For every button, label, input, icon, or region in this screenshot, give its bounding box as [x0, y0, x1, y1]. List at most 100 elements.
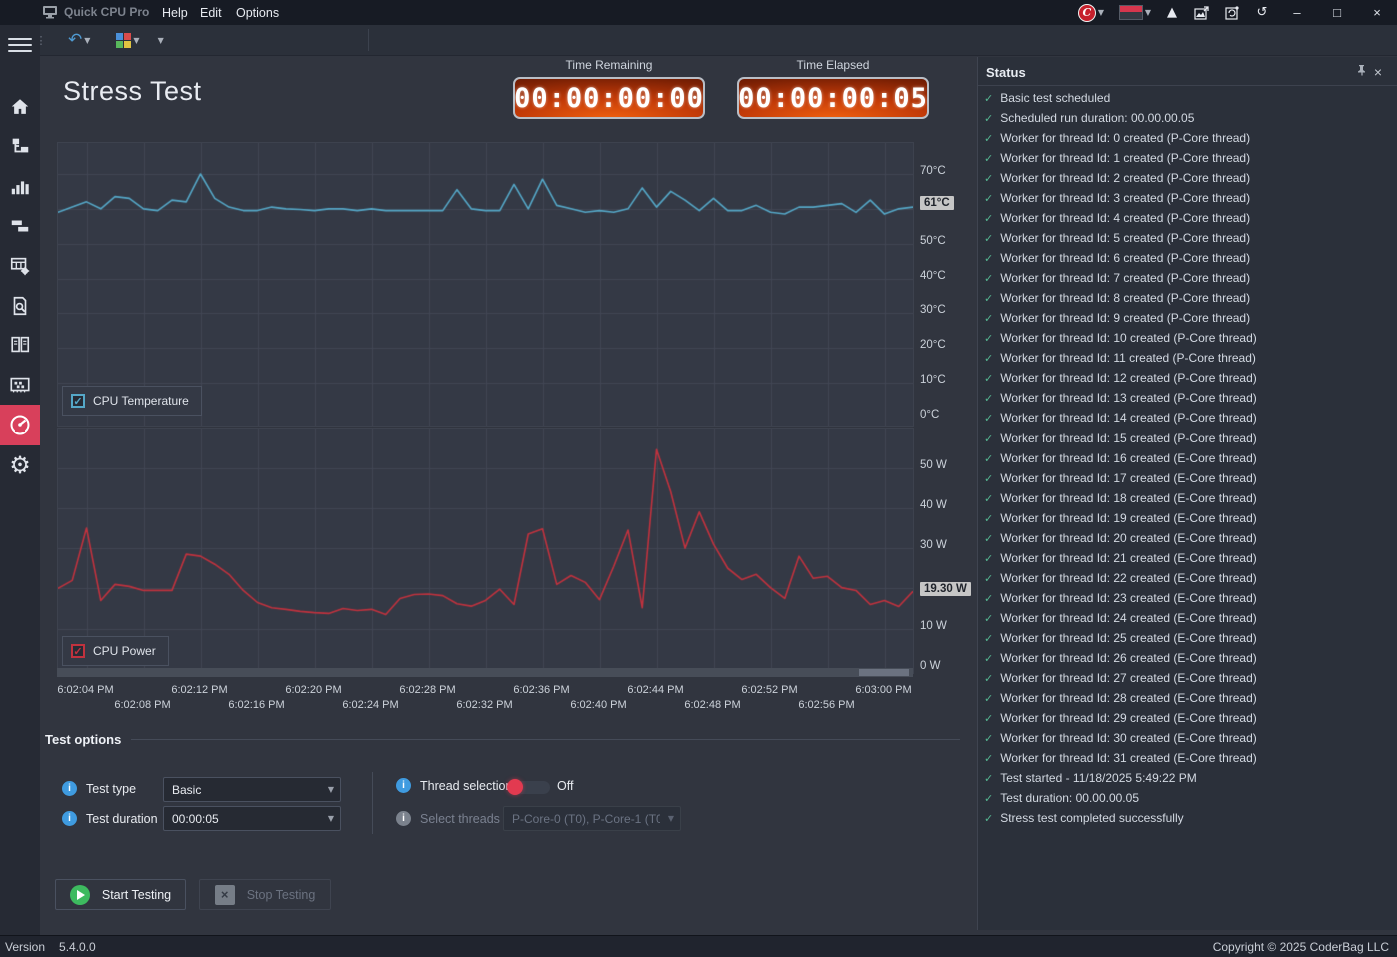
layout-color-button[interactable]: ▼ — [112, 25, 143, 55]
check-icon: ✓ — [984, 532, 993, 545]
status-item-text: Worker for thread Id: 19 created (E-Core… — [1000, 511, 1257, 525]
info-icon: i — [62, 781, 77, 796]
y-axis-label: 70°C — [920, 165, 946, 177]
theme-picker-button[interactable]: ▼ — [1113, 0, 1157, 25]
sidebar-item-stress-test[interactable] — [0, 405, 40, 445]
undo-icon: ↶ — [68, 30, 82, 50]
test-duration-select[interactable]: 00:00:05 ▼ — [163, 806, 341, 831]
check-icon: ✓ — [984, 372, 993, 385]
sidebar-item-table-settings[interactable] — [0, 246, 40, 286]
windows-layout-icon — [9, 215, 31, 237]
status-item-text: Worker for thread Id: 17 created (E-Core… — [1000, 471, 1257, 485]
y-axis-label: 10 W — [920, 620, 947, 632]
check-icon: ✓ — [984, 612, 993, 625]
status-item-text: Worker for thread Id: 28 created (E-Core… — [1000, 691, 1257, 705]
status-item-text: Worker for thread Id: 11 created (P-Core… — [1000, 351, 1256, 365]
close-panel-icon[interactable]: × — [1367, 64, 1389, 80]
status-item-text: Worker for thread Id: 16 created (E-Core… — [1000, 451, 1257, 465]
status-list-item: ✓ Worker for thread Id: 19 created (E-Co… — [984, 508, 1393, 528]
status-list-item: ✓ Worker for thread Id: 6 created (P-Cor… — [984, 248, 1393, 268]
minimize-button[interactable]: – — [1277, 0, 1317, 25]
time-remaining-display: 00:00:00:00 — [513, 77, 705, 119]
check-icon: ✓ — [984, 732, 993, 745]
check-icon: ✓ — [984, 632, 993, 645]
maximize-button[interactable]: □ — [1317, 0, 1357, 25]
sidebar-item-settings[interactable]: ⚙ — [0, 445, 40, 485]
status-item-text: Worker for thread Id: 14 created (P-Core… — [1000, 411, 1257, 425]
cpu-temperature-checkbox[interactable]: ✓ — [71, 394, 85, 408]
status-list-item: ✓ Stress test completed successfully — [984, 808, 1393, 828]
check-icon: ✓ — [984, 452, 993, 465]
status-list-item: ✓ Worker for thread Id: 21 created (E-Co… — [984, 548, 1393, 568]
export-image-button[interactable] — [1187, 0, 1217, 25]
cpu-temperature-legend[interactable]: ✓ CPU Temperature — [62, 386, 202, 416]
test-duration-value: 00:00:05 — [172, 812, 219, 826]
cpu-power-legend[interactable]: ✓ CPU Power — [62, 636, 169, 666]
pages-icon — [9, 334, 31, 356]
sidebar-item-tree-view[interactable] — [0, 126, 40, 166]
close-button[interactable]: × — [1357, 0, 1397, 25]
pin-icon[interactable] — [1355, 63, 1367, 81]
status-list-item: ✓ Worker for thread Id: 28 created (E-Co… — [984, 688, 1393, 708]
x-axis-time-label: 6:02:48 PM — [684, 699, 740, 711]
cpu-temperature-legend-label: CPU Temperature — [93, 394, 189, 408]
select-threads-row: i Select threads — [396, 811, 500, 826]
sidebar-item-windows[interactable] — [0, 206, 40, 246]
sidebar-item-pages[interactable] — [0, 325, 40, 365]
status-item-text: Worker for thread Id: 9 created (P-Core … — [1000, 311, 1250, 325]
status-list-item: ✓ Worker for thread Id: 16 created (E-Co… — [984, 448, 1393, 468]
thread-selection-toggle[interactable] — [508, 781, 550, 794]
sidebar-item-home[interactable] — [0, 87, 40, 127]
toolbar-dropdown[interactable]: ▼ — [152, 25, 168, 55]
status-item-text: Worker for thread Id: 5 created (P-Core … — [1000, 231, 1250, 245]
sidebar-item-memory[interactable] — [0, 365, 40, 405]
chart-horizontal-scrollbar[interactable] — [57, 668, 913, 677]
check-icon: ✓ — [984, 192, 993, 205]
check-icon: ✓ — [984, 432, 993, 445]
thread-selection-state: Off — [557, 779, 573, 793]
play-icon — [70, 885, 90, 905]
check-icon: ✓ — [984, 232, 993, 245]
status-item-text: Worker for thread Id: 23 created (E-Core… — [1000, 591, 1257, 605]
triangle-button[interactable]: ▲ — [1157, 0, 1187, 25]
status-item-text: Worker for thread Id: 6 created (P-Core … — [1000, 251, 1250, 265]
select-threads-value: P-Core-0 (T0), P-Core-1 (T0),... — [512, 812, 660, 826]
undo-window-icon: ↺ — [1257, 5, 1268, 20]
status-list-item: ✓ Worker for thread Id: 10 created (P-Co… — [984, 328, 1393, 348]
coderbag-logo-button[interactable]: C▼ — [1069, 0, 1113, 25]
cpu-power-legend-label: CPU Power — [93, 644, 156, 658]
test-type-select[interactable]: Basic ▼ — [163, 777, 341, 802]
home-icon — [9, 96, 31, 118]
status-item-text: Test duration: 00.00.00.05 — [1000, 791, 1139, 805]
x-axis-time-label: 6:02:08 PM — [114, 699, 170, 711]
y-axis-label: 10°C — [920, 374, 946, 386]
cpu-power-checkbox[interactable]: ✓ — [71, 644, 85, 658]
check-icon: ✓ — [984, 672, 993, 685]
refresh-window-button[interactable] — [1217, 0, 1247, 25]
version-value: 5.4.0.0 — [59, 940, 96, 954]
start-testing-button[interactable]: Start Testing — [55, 879, 186, 910]
undo-window-button[interactable]: ↺ — [1247, 0, 1277, 25]
sidebar-item-report[interactable] — [0, 286, 40, 326]
stop-testing-button: × Stop Testing — [199, 879, 331, 910]
y-axis-label: 40 W — [920, 499, 947, 511]
hamburger-menu-icon[interactable] — [8, 34, 32, 56]
info-icon: i — [62, 811, 77, 826]
status-item-text: Worker for thread Id: 24 created (E-Core… — [1000, 611, 1257, 625]
menu-options[interactable]: Options — [226, 0, 289, 25]
status-item-text: Worker for thread Id: 29 created (E-Core… — [1000, 711, 1257, 725]
undo-button[interactable]: ↶▼ — [64, 25, 94, 55]
toolbar: ⋮ ↶▼ ▼ ▼ — [40, 25, 1397, 56]
coderbag-logo-icon: C — [1078, 4, 1096, 22]
check-icon: ✓ — [984, 212, 993, 225]
check-icon: ✓ — [984, 512, 993, 525]
time-elapsed-label: Time Elapsed — [737, 58, 929, 72]
scrollbar-thumb[interactable] — [859, 669, 909, 676]
status-list-item: ✓ Worker for thread Id: 9 created (P-Cor… — [984, 308, 1393, 328]
status-item-text: Worker for thread Id: 22 created (E-Core… — [1000, 571, 1257, 585]
time-elapsed-display: 00:00:00:05 — [737, 77, 929, 119]
sidebar-item-charts[interactable] — [0, 166, 40, 206]
status-panel-title: Status — [986, 65, 1026, 80]
check-icon: ✓ — [984, 552, 993, 565]
status-list: ✓ Basic test scheduled ✓ Scheduled run d… — [984, 88, 1393, 828]
